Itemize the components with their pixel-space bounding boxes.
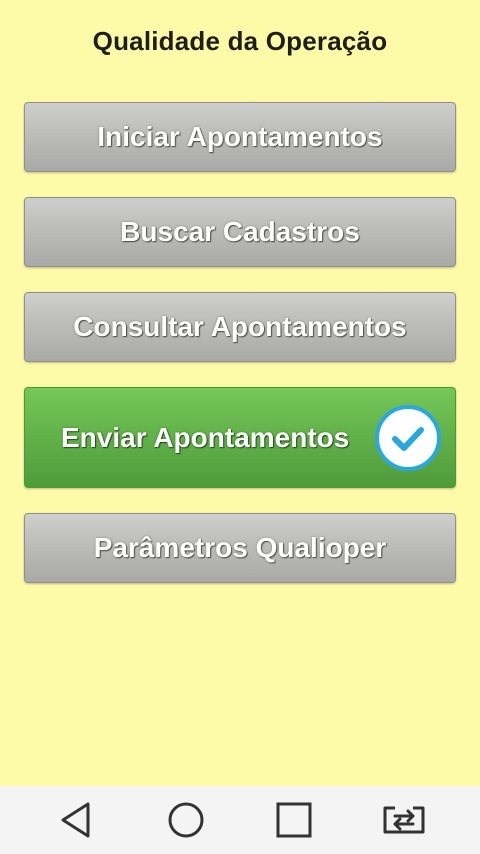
back-icon — [61, 802, 90, 838]
buscar-cadastros-button[interactable]: Buscar Cadastros — [24, 197, 456, 267]
iniciar-apontamentos-button[interactable]: Iniciar Apontamentos — [24, 102, 456, 172]
enviar-apontamentos-button[interactable]: Enviar Apontamentos — [24, 387, 456, 488]
rotate-screen-button[interactable] — [380, 798, 428, 842]
recents-button[interactable] — [270, 798, 318, 842]
home-button[interactable] — [162, 798, 210, 842]
button-label: Consultar Apontamentos — [73, 311, 407, 342]
parametros-qualioper-button[interactable]: Parâmetros Qualioper — [24, 513, 456, 583]
page-title: Qualidade da Operação — [92, 26, 388, 56]
button-label: Iniciar Apontamentos — [97, 121, 383, 152]
button-label: Enviar Apontamentos — [61, 422, 350, 453]
back-button[interactable] — [52, 798, 100, 842]
recents-icon — [276, 802, 312, 838]
consultar-apontamentos-button[interactable]: Consultar Apontamentos — [24, 292, 456, 362]
app-screen: Qualidade da Operação Iniciar Apontament… — [0, 0, 480, 786]
check-circle-icon — [375, 405, 441, 471]
button-label: Parâmetros Qualioper — [93, 532, 387, 563]
system-navigation-bar — [0, 786, 480, 854]
rotate-screen-icon — [383, 806, 425, 834]
home-icon — [168, 802, 204, 838]
button-label: Buscar Cadastros — [120, 216, 360, 247]
